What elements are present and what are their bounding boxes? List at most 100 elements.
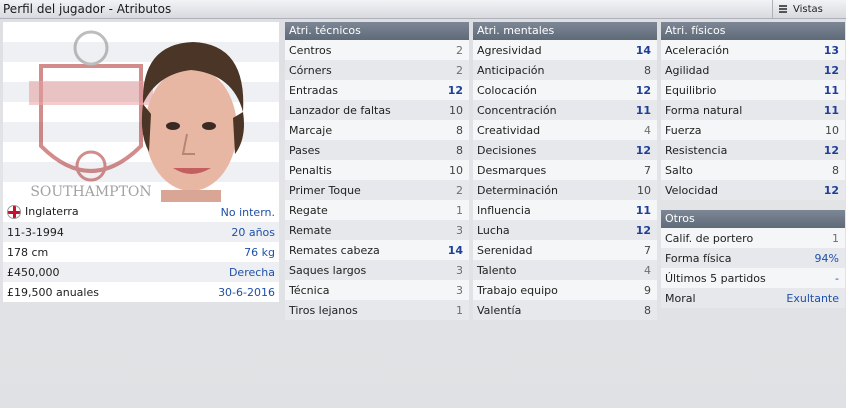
attribute-label: Velocidad bbox=[665, 183, 719, 197]
attribute-row[interactable]: Anticipación 8 bbox=[473, 60, 657, 80]
attribute-row[interactable]: Valentía 8 bbox=[473, 300, 657, 320]
attribute-label: Talento bbox=[477, 263, 517, 277]
attribute-value: 2 bbox=[456, 63, 463, 77]
attribute-row[interactable]: Forma natural 11 bbox=[661, 100, 845, 120]
attribute-value: 7 bbox=[644, 243, 651, 257]
attribute-row[interactable]: Moral Exultante bbox=[661, 288, 845, 308]
attribute-label: Forma natural bbox=[665, 103, 743, 117]
attribute-row[interactable]: Entradas 12 bbox=[285, 80, 469, 100]
attribute-row[interactable]: Últimos 5 partidos - bbox=[661, 268, 845, 288]
attribute-label: Valentía bbox=[477, 303, 522, 317]
technical-list: Centros 2 Córners 2 Entradas 12 Lanzador de fa… bbox=[285, 40, 469, 320]
attribute-row[interactable]: Resistencia 12 bbox=[661, 140, 845, 160]
nationality: Inglaterra bbox=[25, 205, 79, 218]
attribute-row[interactable]: Creatividad 4 bbox=[473, 120, 657, 140]
physical-attributes-panel: Atri. físicos Aceleración 13 Agilidad 12 Equ… bbox=[661, 22, 845, 308]
attribute-value: 1 bbox=[832, 231, 839, 245]
attribute-row[interactable]: Marcaje 8 bbox=[285, 120, 469, 140]
attribute-value: 11 bbox=[635, 103, 651, 117]
attribute-label: Determinación bbox=[477, 183, 558, 197]
attribute-row[interactable]: Remate 3 bbox=[285, 220, 469, 240]
attribute-row[interactable]: Forma física 94% bbox=[661, 248, 845, 268]
attribute-row[interactable]: Lucha 12 bbox=[473, 220, 657, 240]
wage: £19,500 anuales bbox=[7, 285, 99, 299]
player-portrait-panel: SOUTHAMPTON bbox=[3, 22, 279, 202]
attribute-label: Forma física bbox=[665, 251, 732, 265]
attribute-row[interactable]: Técnica 3 bbox=[285, 280, 469, 300]
attribute-value: 94% bbox=[814, 251, 839, 265]
attribute-value: 12 bbox=[635, 223, 651, 237]
attribute-value: 10 bbox=[637, 183, 651, 197]
attribute-row[interactable]: Aceleración 13 bbox=[661, 40, 845, 60]
attribute-row[interactable]: Determinación 10 bbox=[473, 180, 657, 200]
attribute-value: 8 bbox=[456, 123, 463, 137]
international-status[interactable]: No intern. bbox=[221, 206, 275, 219]
attribute-row[interactable]: Desmarques 7 bbox=[473, 160, 657, 180]
mental-list: Agresividad 14 Anticipación 8 Colocación 12 Co… bbox=[473, 40, 657, 320]
attribute-label: Marcaje bbox=[289, 123, 333, 137]
attribute-row[interactable]: Talento 4 bbox=[473, 260, 657, 280]
mental-header: Atri. mentales bbox=[473, 22, 657, 40]
attribute-value: 8 bbox=[644, 63, 651, 77]
attribute-value: 4 bbox=[644, 123, 651, 137]
attribute-row[interactable]: Primer Toque 2 bbox=[285, 180, 469, 200]
mental-attributes-panel: Atri. mentales Agresividad 14 Anticipación… bbox=[473, 22, 657, 320]
attribute-row[interactable]: Lanzador de faltas 10 bbox=[285, 100, 469, 120]
attribute-row[interactable]: Centros 2 bbox=[285, 40, 469, 60]
attribute-row[interactable]: Agresividad 14 bbox=[473, 40, 657, 60]
attribute-row[interactable]: Tiros lejanos 1 bbox=[285, 300, 469, 320]
birth-date: 11-3-1994 bbox=[7, 225, 64, 239]
attribute-row[interactable]: Velocidad 12 bbox=[661, 180, 845, 200]
attribute-row[interactable]: Calif. de portero 1 bbox=[661, 228, 845, 248]
attribute-value: 14 bbox=[635, 43, 651, 57]
info-row-value: £450,000 Derecha bbox=[3, 262, 279, 282]
attribute-value: 3 bbox=[456, 263, 463, 277]
attribute-row[interactable]: Remates cabeza 14 bbox=[285, 240, 469, 260]
attribute-row[interactable]: Córners 2 bbox=[285, 60, 469, 80]
panel-gap bbox=[661, 200, 845, 210]
attribute-row[interactable]: Serenidad 7 bbox=[473, 240, 657, 260]
attribute-label: Penaltis bbox=[289, 163, 332, 177]
preferred-foot: Derecha bbox=[228, 265, 275, 279]
attribute-value: 11 bbox=[823, 83, 839, 97]
attribute-row[interactable]: Penaltis 10 bbox=[285, 160, 469, 180]
attribute-label: Serenidad bbox=[477, 243, 533, 257]
attribute-label: Entradas bbox=[289, 83, 338, 97]
attribute-row[interactable]: Saques largos 3 bbox=[285, 260, 469, 280]
attribute-row[interactable]: Decisiones 12 bbox=[473, 140, 657, 160]
attribute-row[interactable]: Concentración 11 bbox=[473, 100, 657, 120]
player-info-list: Inglaterra No intern. 11-3-1994 20 años … bbox=[3, 202, 279, 302]
attribute-row[interactable]: Salto 8 bbox=[661, 160, 845, 180]
attribute-row[interactable]: Fuerza 10 bbox=[661, 120, 845, 140]
other-list: Calif. de portero 1 Forma física 94% Últimos… bbox=[661, 228, 845, 308]
attribute-value: 1 bbox=[456, 303, 463, 317]
attribute-value: 10 bbox=[825, 123, 839, 137]
attribute-row[interactable]: Trabajo equipo 9 bbox=[473, 280, 657, 300]
attribute-value: 4 bbox=[644, 263, 651, 277]
attribute-row[interactable]: Influencia 11 bbox=[473, 200, 657, 220]
attribute-value: 12 bbox=[635, 83, 651, 97]
physical-list: Aceleración 13 Agilidad 12 Equilibrio 11 Forma… bbox=[661, 40, 845, 200]
attribute-label: Tiros lejanos bbox=[289, 303, 358, 317]
attribute-row[interactable]: Pases 8 bbox=[285, 140, 469, 160]
attribute-label: Fuerza bbox=[665, 123, 702, 137]
attribute-value: 12 bbox=[823, 183, 839, 197]
attribute-label: Córners bbox=[289, 63, 332, 77]
attribute-value: 3 bbox=[456, 283, 463, 297]
info-row-wage: £19,500 anuales 30-6-2016 bbox=[3, 282, 279, 302]
views-button[interactable]: Vistas bbox=[772, 0, 846, 19]
attribute-label: Resistencia bbox=[665, 143, 728, 157]
attribute-label: Colocación bbox=[477, 83, 537, 97]
player-value: £450,000 bbox=[7, 265, 60, 279]
attribute-value: - bbox=[835, 271, 839, 285]
attribute-label: Concentración bbox=[477, 103, 557, 117]
attribute-label: Saques largos bbox=[289, 263, 367, 277]
attribute-row[interactable]: Colocación 12 bbox=[473, 80, 657, 100]
attribute-row[interactable]: Equilibrio 11 bbox=[661, 80, 845, 100]
attribute-row[interactable]: Agilidad 12 bbox=[661, 60, 845, 80]
attribute-value: 2 bbox=[456, 183, 463, 197]
contract-end[interactable]: 30-6-2016 bbox=[218, 286, 275, 299]
attribute-row[interactable]: Regate 1 bbox=[285, 200, 469, 220]
attribute-value: 14 bbox=[447, 243, 463, 257]
attribute-value: 7 bbox=[644, 163, 651, 177]
